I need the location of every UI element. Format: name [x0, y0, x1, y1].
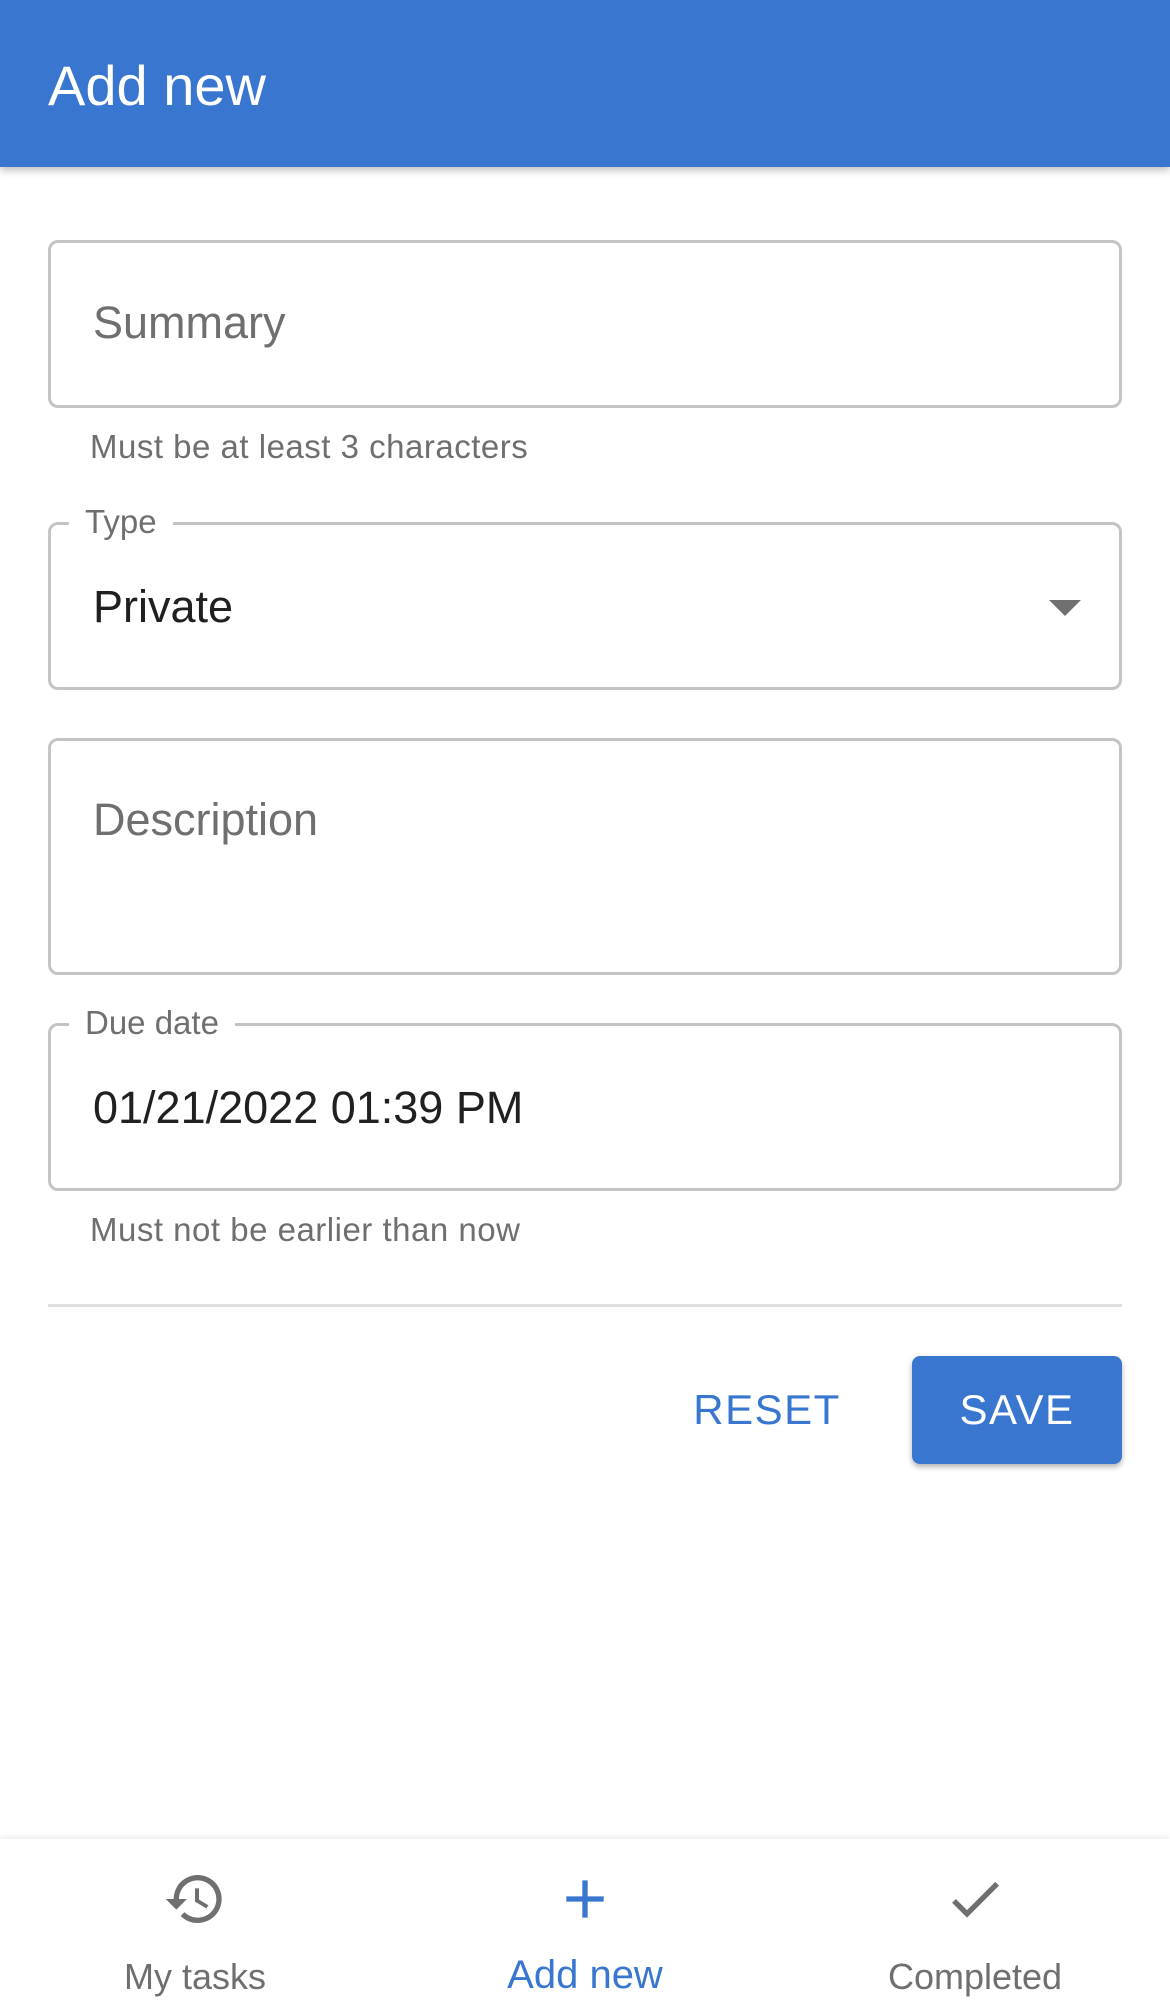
plus-icon: [566, 1880, 604, 1918]
type-selected-value: Private: [93, 581, 234, 632]
checkmark-icon: [952, 1881, 999, 1918]
nav-item-completed[interactable]: Completed: [780, 1839, 1170, 2007]
description-input[interactable]: Description: [48, 738, 1122, 975]
nav-label-my-tasks: My tasks: [123, 1956, 266, 1997]
app-bar: Add new: [0, 0, 1170, 167]
summary-input[interactable]: Summary: [48, 240, 1122, 408]
due-date-label: Due date: [69, 1004, 235, 1042]
nav-item-add-new[interactable]: Add new: [390, 1839, 780, 2007]
nav-label-add-new: Add new: [507, 1953, 663, 1997]
due-date-input[interactable]: Due date 01/21/2022 01:39 PM: [48, 1004, 1122, 1191]
save-button[interactable]: SAVE: [912, 1356, 1122, 1464]
summary-helper-text: Must be at least 3 characters: [90, 428, 529, 465]
description-placeholder: Description: [93, 794, 319, 845]
type-label: Type: [69, 503, 173, 541]
due-date-value: 01/21/2022 01:39 PM: [93, 1082, 524, 1133]
page-title: Add new: [48, 54, 266, 117]
reset-button[interactable]: RESET: [672, 1356, 862, 1464]
divider: [48, 1304, 1122, 1307]
dropdown-arrow-icon[interactable]: [1049, 600, 1081, 616]
nav-item-my-tasks[interactable]: My tasks: [0, 1839, 390, 2007]
nav-label-completed: Completed: [887, 1956, 1063, 1997]
history-icon: [165, 1875, 222, 1923]
summary-placeholder: Summary: [93, 297, 286, 348]
type-select[interactable]: Type Private: [48, 503, 1122, 690]
due-date-helper-text: Must not be earlier than now: [90, 1211, 521, 1248]
bottom-navigation: My tasks Add new Completed: [0, 1839, 1170, 2007]
